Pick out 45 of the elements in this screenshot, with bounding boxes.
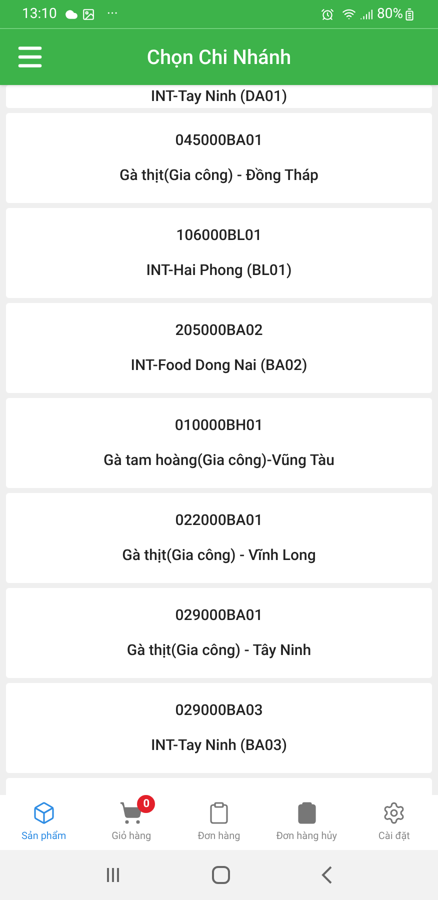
branch-card[interactable]: 106000BL01 INT-Hai Phong (BL01): [6, 208, 432, 298]
gear-icon: [382, 801, 406, 825]
branch-name: INT-Food Dong Nai (BA02): [130, 355, 308, 376]
branch-card[interactable]: 205000BA02 INT-Food Dong Nai (BA02): [6, 302, 432, 392]
wifi-icon: [342, 7, 356, 21]
branch-code: 045000BA01: [175, 130, 263, 150]
battery-icon: [403, 8, 416, 20]
status-time: 13:10: [22, 4, 57, 24]
branch-name: Gà tam hoàng(Gia công)-Vũng Tàu: [104, 450, 334, 471]
branch-name: Gà thịt(Gia công) - Vĩnh Long: [122, 545, 316, 566]
branch-card[interactable]: 029000BA01 Gà thịt(Gia công) - Tây Ninh: [6, 588, 432, 678]
home-icon[interactable]: [212, 866, 230, 884]
cart-icon: [119, 801, 144, 825]
alarm-icon: [321, 8, 334, 20]
branch-name: INT-Tay Ninh (DA01): [150, 86, 288, 107]
branch-card[interactable]: 022000BA01 Gà thịt(Gia công) - Vĩnh Long: [6, 492, 432, 582]
signal-icon: [360, 8, 373, 20]
image-icon: [82, 8, 95, 20]
nav-tab[interactable]: Cài đặt: [350, 795, 438, 850]
cloud-icon: [64, 8, 78, 20]
branch-card[interactable]: 010000BH01 Gà tam hoàng(Gia công)-Vũng Tàu: [6, 398, 432, 488]
branch-code: 106000BL01: [176, 224, 262, 246]
back-icon[interactable]: [320, 866, 333, 884]
branch-name: INT-Hai Phong (BL01): [146, 260, 292, 281]
branch-code: 205000BA02: [175, 320, 263, 340]
recent-apps-icon[interactable]: [105, 867, 122, 883]
branch-name: Gà thịt(Gia công) - Tây Ninh: [126, 640, 312, 661]
branch-card[interactable]: INT-Tay Ninh (DA01): [6, 85, 432, 108]
branch-name: INT-Tay Ninh (BA03): [150, 735, 288, 756]
cart-count-badge: 0: [137, 795, 156, 813]
page-title: Chọn Chi Nhánh: [146, 44, 292, 71]
branch-code: 029000BA01: [175, 604, 263, 626]
status-more: ···: [106, 4, 118, 24]
branch-card[interactable]: 029000BA03 INT-Tay Ninh (BA03): [6, 682, 432, 772]
branch-card[interactable]: 045000BA01 Gà thịt(Gia công) - Đồng Tháp: [6, 112, 432, 202]
nav-tab[interactable]: Đơn hàng: [175, 795, 263, 850]
battery-percent: 80%: [377, 4, 403, 24]
branch-code: 029000BA03: [175, 700, 263, 720]
nav-tab[interactable]: 0 Giỏ hàng: [88, 795, 176, 850]
nav-tab[interactable]: Sản phẩm: [0, 795, 88, 850]
branch-code: 010000BH01: [174, 414, 264, 436]
branch-code: 022000BA01: [175, 510, 263, 530]
cube-icon: [32, 801, 56, 825]
nav-tab[interactable]: Đơn hàng hủy: [262, 795, 350, 850]
branch-name: Gà thịt(Gia công) - Đồng Tháp: [120, 165, 318, 186]
